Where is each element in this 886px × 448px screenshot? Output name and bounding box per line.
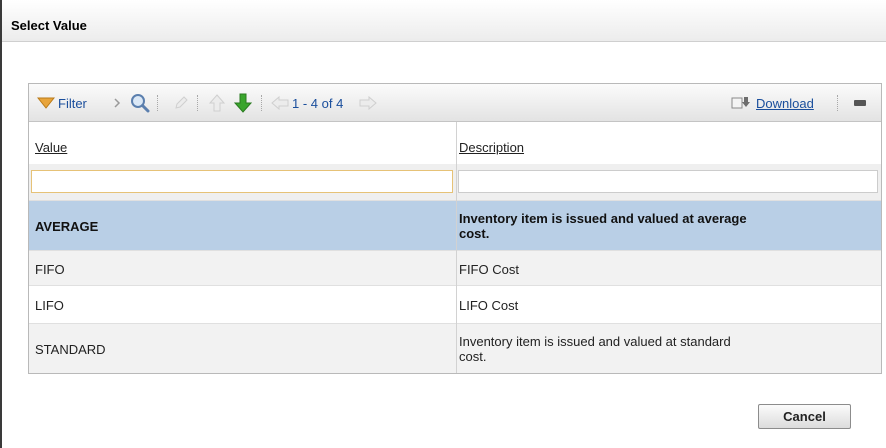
chevron-right-icon [113, 84, 121, 122]
table-row[interactable]: STANDARD Inventory item is issued and va… [29, 323, 881, 373]
arrow-right-icon [359, 96, 377, 110]
row-description: Inventory item is issued and valued at s… [459, 334, 731, 364]
cancel-button[interactable]: Cancel [758, 404, 851, 429]
pager-label: 1 - 4 of 4 [292, 95, 344, 111]
minimize-icon [854, 100, 866, 106]
search-icon [131, 94, 150, 113]
column-header-value[interactable]: Value [35, 140, 67, 155]
dialog-title: Select Value [11, 18, 87, 33]
filter-row [29, 164, 881, 200]
table-row[interactable]: AVERAGE Inventory item is issued and val… [29, 200, 881, 250]
row-description: LIFO Cost [459, 298, 519, 313]
pencil-icon [175, 96, 188, 109]
filter-toggle[interactable]: Filter [37, 84, 87, 122]
row-description: Inventory item is issued and valued at a… [459, 211, 747, 241]
arrow-up-icon [209, 94, 225, 112]
column-divider [456, 122, 457, 373]
download-icon [731, 97, 750, 109]
download-button[interactable]: Download [731, 84, 814, 122]
pager-status: 1 - 4 of 4 [292, 84, 343, 122]
arrow-down-icon [234, 93, 252, 113]
row-value: STANDARD [35, 342, 106, 357]
value-filter-input[interactable] [31, 170, 453, 193]
move-up-button[interactable] [209, 84, 225, 122]
edit-button[interactable] [173, 84, 189, 122]
search-button[interactable] [130, 84, 150, 122]
table-row[interactable]: FIFO FIFO Cost [29, 250, 881, 285]
download-link: Download [756, 95, 814, 111]
row-value: AVERAGE [35, 219, 99, 234]
column-header-description[interactable]: Description [459, 140, 524, 155]
description-filter-input[interactable] [458, 170, 878, 193]
row-value: FIFO [35, 262, 65, 277]
next-page-button[interactable] [359, 84, 377, 122]
select-value-dialog: Select Value Filter 1 - 4 of 4 Download … [0, 0, 886, 448]
move-down-button[interactable] [234, 84, 252, 122]
row-description: FIFO Cost [459, 262, 519, 277]
previous-page-button[interactable] [271, 84, 289, 122]
dialog-titlebar: Select Value [2, 0, 886, 42]
row-value: LIFO [35, 298, 64, 313]
arrow-left-icon [271, 96, 289, 110]
table-row[interactable]: LIFO LIFO Cost [29, 285, 881, 323]
grid-toolbar: Filter 1 - 4 of 4 Download [29, 84, 881, 122]
results-grid: Filter 1 - 4 of 4 Download Value Descrip… [28, 83, 882, 374]
filter-icon [37, 97, 55, 109]
filter-label: Filter [58, 95, 87, 111]
grid-header: Value Description [29, 122, 881, 164]
grid-options-button[interactable] [853, 84, 867, 122]
